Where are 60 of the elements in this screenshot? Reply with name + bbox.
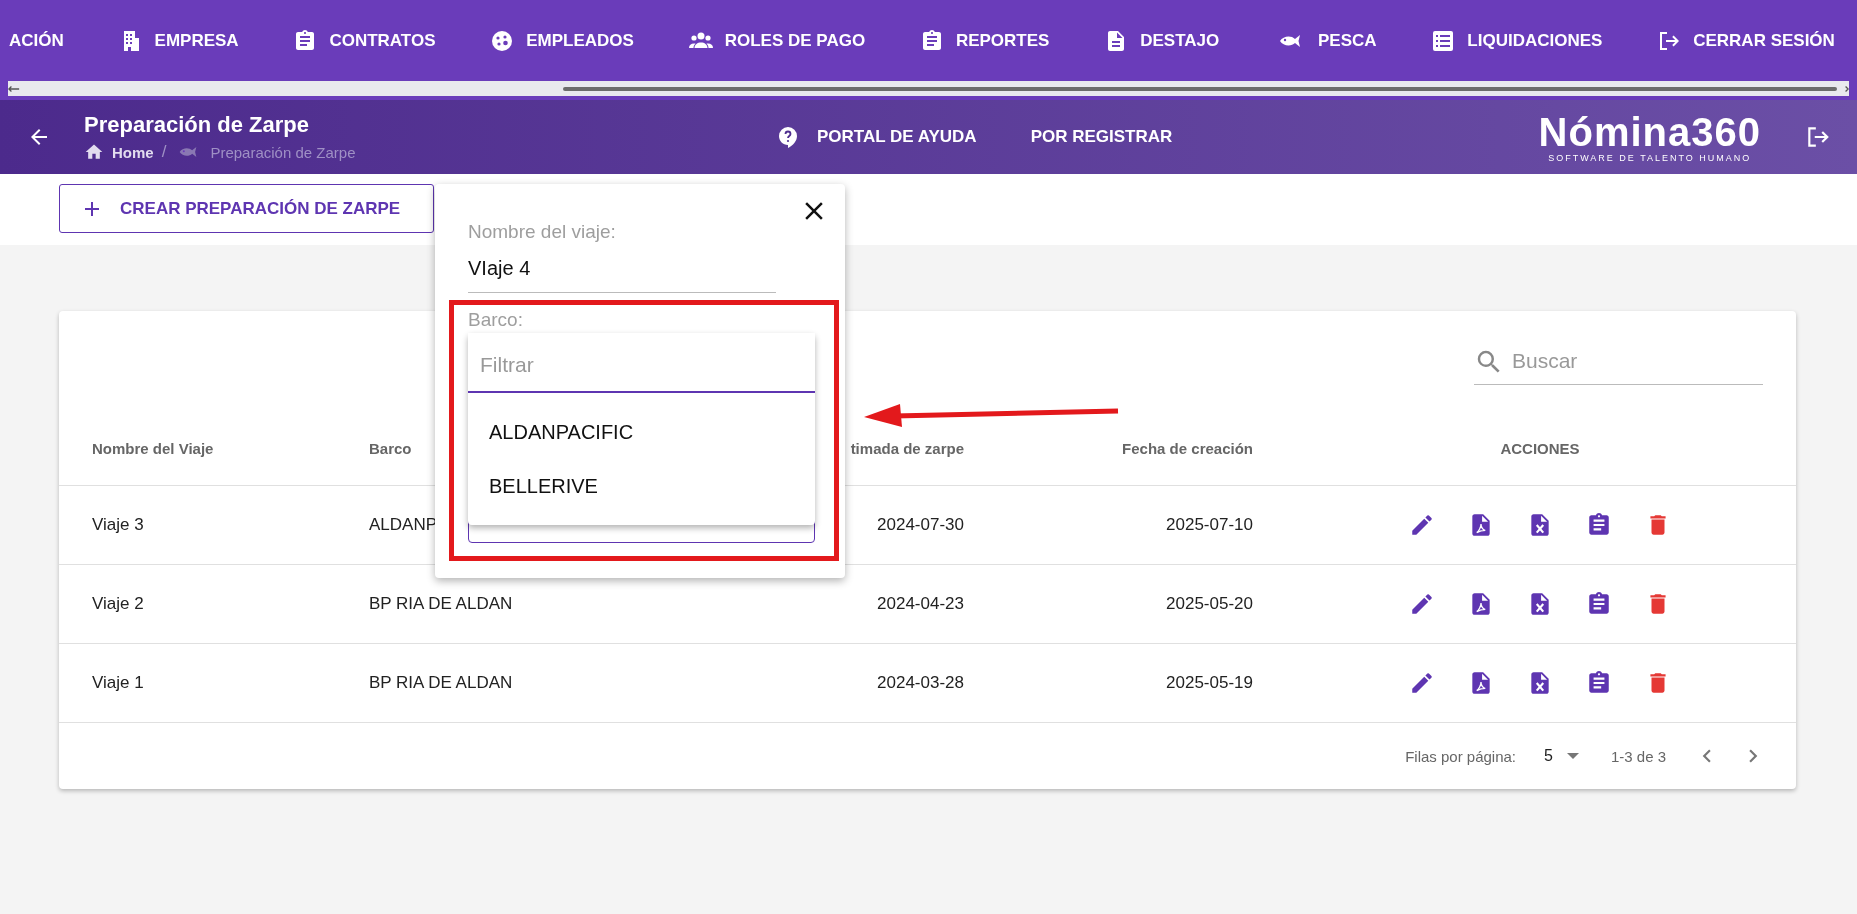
logo-wordmark: Nómina360 bbox=[1538, 111, 1761, 153]
breadcrumb-separator: / bbox=[161, 142, 167, 162]
header-link[interactable]: PORTAL DE AYUDA bbox=[817, 127, 977, 147]
nav-link[interactable]: ROLES DE PAGO bbox=[724, 30, 866, 51]
rows-per-page-label: Filas por página: bbox=[1405, 747, 1517, 765]
logout-icon[interactable] bbox=[1805, 124, 1831, 150]
nav-link[interactable]: CERRAR SESIÓN bbox=[1693, 30, 1835, 51]
nav-link[interactable]: EMPLEADOS bbox=[526, 30, 634, 51]
nav-link[interactable]: LIQUIDACIONES bbox=[1467, 30, 1603, 51]
filter-field[interactable]: Filtrar bbox=[468, 333, 815, 393]
column-header: Barco bbox=[369, 439, 412, 457]
table-cell: ALDANP bbox=[369, 515, 438, 535]
table-cell: 2024-04-23 bbox=[877, 594, 964, 614]
nav-link[interactable]: REPORTES bbox=[955, 30, 1050, 51]
page-title: Preparación de Zarpe bbox=[84, 112, 309, 138]
home-icon bbox=[84, 142, 104, 162]
table-cell: BP RIA DE ALDAN bbox=[369, 594, 513, 614]
clipboard-icon[interactable] bbox=[1586, 591, 1612, 617]
pencil-icon[interactable] bbox=[1409, 591, 1435, 617]
column-header: ACCIONES bbox=[1500, 439, 1580, 457]
column-header: Fecha de creación bbox=[1122, 439, 1253, 457]
caret-icon bbox=[1566, 753, 1579, 759]
column-header: timada de zarpe bbox=[850, 439, 964, 457]
nav-link[interactable]: CONTRATOS bbox=[329, 30, 436, 51]
table-cell: Viaje 2 bbox=[92, 594, 144, 614]
nav-link[interactable]: ACIÓN bbox=[9, 30, 64, 51]
dropdown-option[interactable]: BELLERIVE bbox=[468, 459, 815, 513]
field-label: Barco: bbox=[468, 309, 523, 331]
pencil-icon[interactable] bbox=[1409, 512, 1435, 538]
nav-link[interactable]: PESCA bbox=[1318, 30, 1377, 51]
table-cell: BP RIA DE ALDAN bbox=[369, 673, 513, 693]
table-cell: 2025-05-20 bbox=[1166, 594, 1253, 614]
help-icon[interactable] bbox=[776, 124, 800, 150]
table-cell: Viaje 3 bbox=[92, 515, 144, 535]
search-field[interactable]: Buscar bbox=[1474, 338, 1763, 385]
nav-link[interactable]: EMPRESA bbox=[154, 30, 239, 51]
rows-per-page-value: 5 bbox=[1544, 747, 1553, 765]
nav-link[interactable]: DESTAJO bbox=[1140, 30, 1220, 51]
page-range: 1-3 de 3 bbox=[1610, 747, 1666, 765]
table-cell: 2025-07-10 bbox=[1166, 515, 1253, 535]
horizontal-scrollbar[interactable] bbox=[8, 81, 1849, 96]
clipboard-icon[interactable] bbox=[1586, 512, 1612, 538]
column-header: Nombre del Viaje bbox=[92, 439, 214, 457]
clipboard-icon[interactable] bbox=[1586, 670, 1612, 696]
pencil-icon[interactable] bbox=[1409, 670, 1435, 696]
list-icon[interactable] bbox=[1431, 28, 1456, 53]
table-cell: Viaje 1 bbox=[92, 673, 144, 693]
header-link[interactable]: POR REGISTRAR bbox=[1030, 127, 1173, 147]
logo-tagline: SOFTWARE DE TALENTO HUMANO bbox=[1548, 153, 1752, 163]
create-button[interactable]: CREAR PREPARACIÓN DE ZARPE bbox=[59, 184, 434, 233]
rows-per-page-select[interactable]: 5 bbox=[1544, 747, 1579, 765]
table-cell: 2024-03-28 bbox=[877, 673, 964, 693]
dropdown-option[interactable]: ALDANPACIFIC bbox=[468, 405, 815, 459]
palette-icon[interactable] bbox=[490, 28, 515, 53]
field-label: Nombre del viaje: bbox=[468, 221, 616, 243]
breadcrumb-link[interactable]: Home bbox=[112, 143, 154, 161]
scrollbar-thumb[interactable] bbox=[563, 86, 1837, 91]
name-field[interactable]: VIaje 4 bbox=[468, 243, 776, 293]
table-cell: 2025-05-19 bbox=[1166, 673, 1253, 693]
table-cell: 2024-07-30 bbox=[877, 515, 964, 535]
